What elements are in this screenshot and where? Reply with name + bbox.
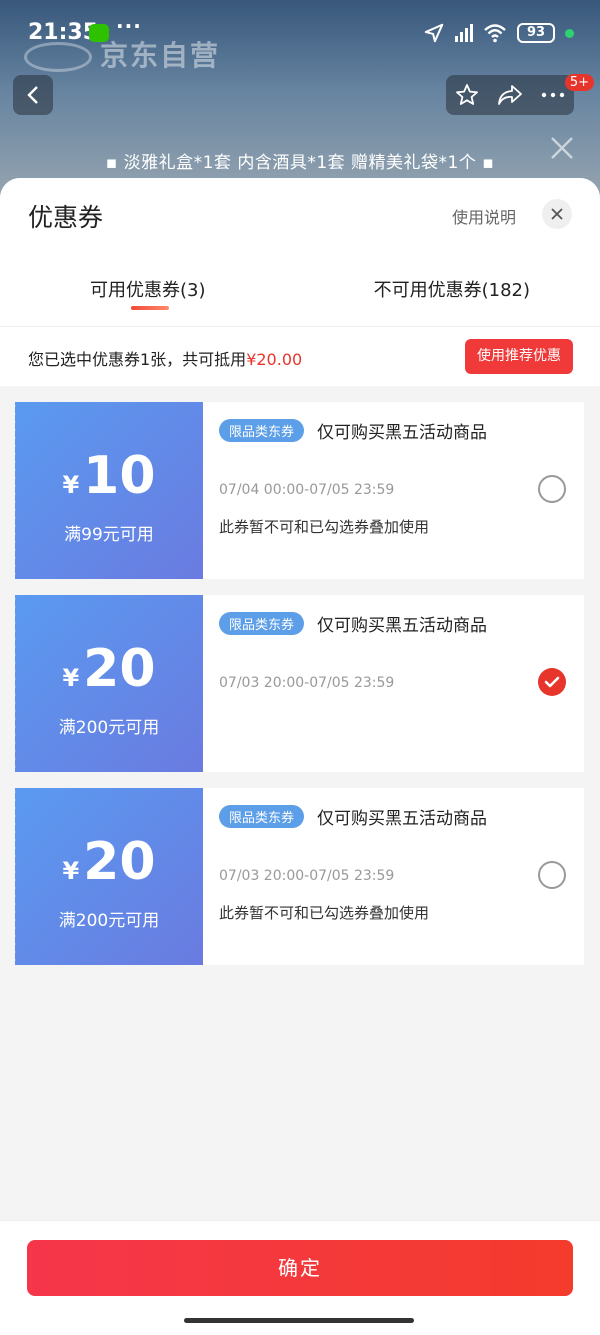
coupon-note: 此券暂不可和已勾选券叠加使用 bbox=[219, 904, 430, 922]
coupon-amount: ¥ 20 bbox=[15, 641, 203, 697]
coupon-amount-value: 10 bbox=[83, 446, 156, 506]
coupon-amount-value: 20 bbox=[83, 832, 156, 892]
coupon-amount: ¥ 20 bbox=[15, 834, 203, 890]
coupon-note: 此券暂不可和已勾选券叠加使用 bbox=[219, 518, 430, 536]
status-bar: 21:35 ··· 京东自营 93 bbox=[0, 0, 600, 72]
share-icon[interactable] bbox=[497, 84, 523, 106]
coupon-threshold: 满200元可用 bbox=[58, 911, 160, 931]
coupon-select-radio[interactable] bbox=[538, 861, 566, 889]
active-tab-indicator bbox=[131, 306, 169, 310]
privacy-indicator-icon bbox=[565, 28, 574, 38]
location-icon bbox=[424, 23, 444, 43]
coupon-type-tag: 限品类东券 bbox=[219, 805, 305, 828]
currency-symbol: ¥ bbox=[62, 857, 80, 885]
summary-label: 您已选中优惠券1张，共可抵用 bbox=[28, 350, 247, 369]
tab-unavailable-coupons[interactable]: 不可用优惠券(182) bbox=[374, 276, 530, 302]
coupon-type-tag: 限品类东券 bbox=[219, 419, 305, 442]
currency-symbol: ¥ bbox=[62, 471, 80, 499]
coupon-card[interactable]: ¥ 20 满200元可用 限品类东券 仅可购买黑五活动商品 07/03 20:0… bbox=[12, 595, 584, 772]
currency-symbol: ¥ bbox=[62, 664, 80, 692]
coupon-type-tag: 限品类东券 bbox=[219, 612, 305, 635]
top-action-bar bbox=[446, 75, 574, 115]
close-sheet-button[interactable] bbox=[542, 199, 572, 229]
close-icon bbox=[551, 137, 573, 159]
close-icon bbox=[551, 208, 563, 220]
home-indicator[interactable] bbox=[184, 1318, 414, 1323]
coupon-validity: 07/03 20:00-07/05 23:59 bbox=[219, 868, 395, 884]
coupon-description: 仅可购买黑五活动商品 bbox=[317, 423, 487, 443]
coupon-sheet: 优惠券 使用说明 可用优惠券(3) 不可用优惠券(182) 您已选中优惠券1张，… bbox=[0, 178, 600, 1335]
promo-banner-text: ▪ 淡雅礼盒*1套 内含酒具*1套 赠精美礼袋*1个 ▪ bbox=[105, 153, 495, 173]
coupon-threshold: 满200元可用 bbox=[58, 718, 160, 738]
selection-summary: 您已选中优惠券1张，共可抵用¥20.00 使用推荐优惠 bbox=[0, 326, 600, 386]
back-button[interactable] bbox=[13, 75, 53, 115]
coupon-value-panel: ¥ 20 满200元可用 bbox=[12, 595, 203, 772]
coupon-value-panel: ¥ 20 满200元可用 bbox=[12, 788, 203, 965]
battery-indicator: 93 bbox=[517, 23, 555, 43]
sheet-title: 优惠券 bbox=[28, 203, 104, 232]
coupon-value-panel: ¥ 10 满99元可用 bbox=[12, 402, 203, 579]
use-recommended-button[interactable]: 使用推荐优惠 bbox=[465, 339, 573, 374]
coupon-amount-value: 20 bbox=[83, 639, 156, 699]
more-icon[interactable] bbox=[541, 92, 565, 98]
coupon-description: 仅可购买黑五活动商品 bbox=[317, 809, 487, 829]
coupon-details: 限品类东券 仅可购买黑五活动商品 07/03 20:00-07/05 23:59 bbox=[203, 595, 584, 772]
store-logo-icon bbox=[24, 42, 92, 72]
tab-available-coupons[interactable]: 可用优惠券(3) bbox=[90, 276, 206, 302]
coupon-details: 限品类东券 仅可购买黑五活动商品 07/03 20:00-07/05 23:59… bbox=[203, 788, 584, 965]
coupon-select-radio[interactable] bbox=[538, 668, 566, 696]
coupon-description: 仅可购买黑五活动商品 bbox=[317, 616, 487, 636]
usage-instructions-link[interactable]: 使用说明 bbox=[452, 204, 516, 228]
star-icon[interactable] bbox=[455, 83, 479, 107]
summary-text: 您已选中优惠券1张，共可抵用¥20.00 bbox=[28, 346, 302, 370]
wifi-icon bbox=[484, 24, 506, 43]
checkmark-icon bbox=[544, 676, 560, 688]
coupon-list: ¥ 10 满99元可用 限品类东券 仅可购买黑五活动商品 07/04 00:00… bbox=[0, 386, 600, 965]
coupon-details: 限品类东券 仅可购买黑五活动商品 07/04 00:00-07/05 23:59… bbox=[203, 402, 584, 579]
chevron-left-icon bbox=[27, 86, 38, 104]
signal-icon bbox=[455, 24, 473, 42]
coupon-card[interactable]: ¥ 10 满99元可用 限品类东券 仅可购买黑五活动商品 07/04 00:00… bbox=[12, 402, 584, 579]
message-count-badge: 5+ bbox=[564, 74, 594, 91]
coupon-card[interactable]: ¥ 20 满200元可用 限品类东券 仅可购买黑五活动商品 07/03 20:0… bbox=[12, 788, 584, 965]
store-watermark: 京东自营 bbox=[100, 39, 221, 72]
coupon-validity: 07/03 20:00-07/05 23:59 bbox=[219, 675, 395, 691]
sheet-header: 优惠券 使用说明 可用优惠券(3) 不可用优惠券(182) bbox=[0, 178, 600, 326]
sheet-footer: 确定 bbox=[0, 1220, 600, 1335]
coupon-threshold: 满99元可用 bbox=[64, 525, 154, 545]
coupon-validity: 07/04 00:00-07/05 23:59 bbox=[219, 482, 395, 498]
confirm-button[interactable]: 确定 bbox=[27, 1240, 573, 1296]
summary-amount: ¥20.00 bbox=[246, 350, 303, 369]
coupon-select-radio[interactable] bbox=[538, 475, 566, 503]
coupon-amount: ¥ 10 bbox=[15, 448, 203, 504]
